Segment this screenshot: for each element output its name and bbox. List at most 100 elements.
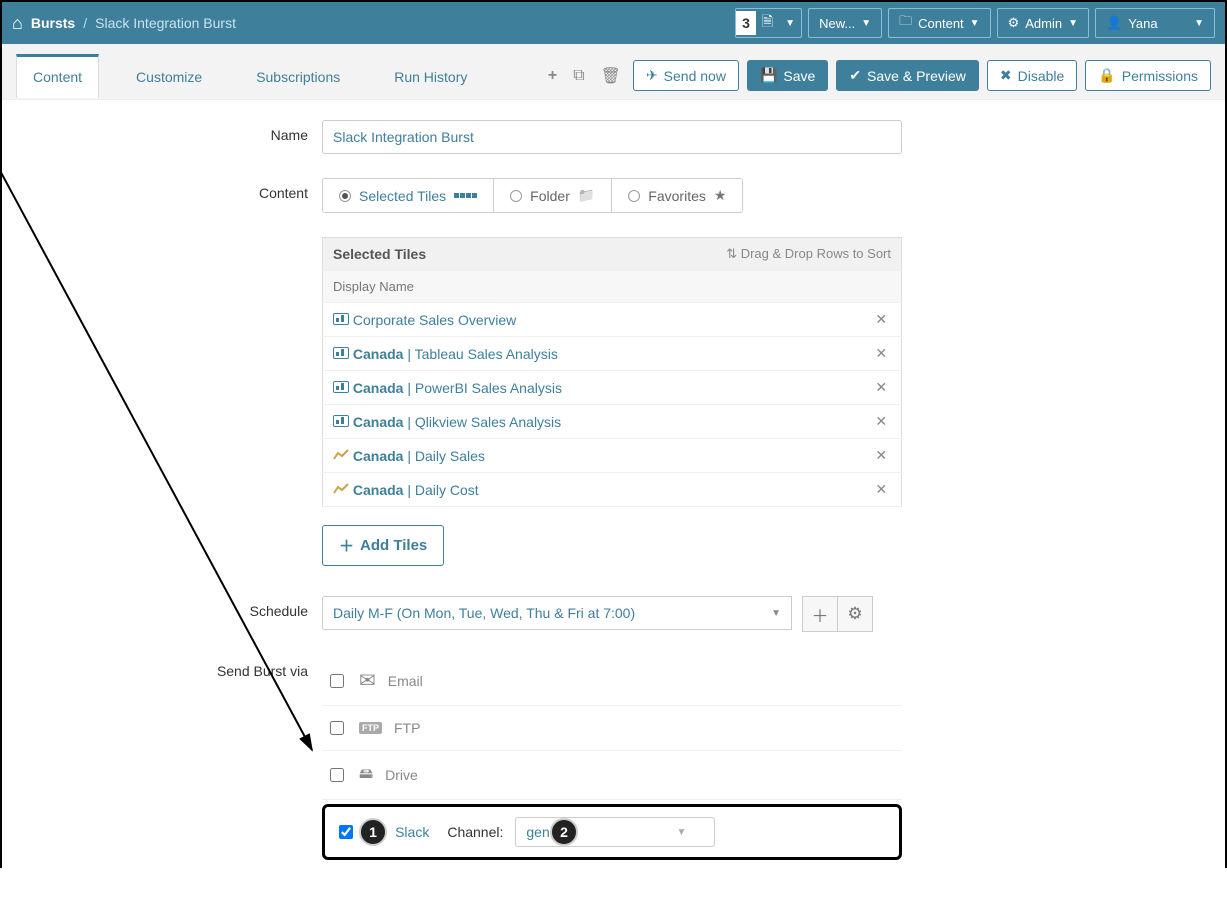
user-name: Yana [1128,16,1157,31]
remove-tile-button[interactable]: ✕ [862,473,902,507]
add-icon-button[interactable] [544,63,561,89]
channel-dropdown[interactable]: general ▼ [515,817,715,847]
radio-on-icon [339,190,351,202]
via-drive-label: Drive [385,767,418,783]
tile-link[interactable]: Canada | Daily Cost [353,482,479,498]
table-row[interactable]: Canada | Daily Cost ✕ [323,473,902,507]
user-dropdown[interactable]: 👤 Yana ▼ [1095,8,1215,38]
radio-off-icon [628,190,640,202]
tiles-header: Selected Tiles [333,246,426,262]
tab-content[interactable]: Content [16,54,99,98]
remove-tile-button[interactable]: ✕ [862,405,902,439]
save-preview-label: Save & Preview [867,68,966,84]
radio-off-icon [510,190,522,202]
content-dropdown[interactable]: 🗀 Content▼ [888,8,990,38]
table-row[interactable]: Canada | PowerBI Sales Analysis ✕ [323,371,902,405]
schedule-settings-button[interactable] [837,596,873,632]
table-row[interactable]: Canada | Daily Sales ✕ [323,439,902,473]
line-chart-icon [333,449,349,461]
breadcrumb-root[interactable]: Bursts [31,15,75,31]
save-label: Save [783,68,815,84]
via-ftp[interactable]: FTP FTP [322,706,902,751]
chart-icon [333,381,349,393]
annotation-badge-2: 2 [550,818,578,846]
gear-icon [1008,15,1020,31]
tab-customize[interactable]: Customize [119,54,219,97]
tab-bar: Content Customize Subscriptions Run Hist… [2,44,1225,100]
notifications-dropdown[interactable]: 3 🗎 ▼ [735,8,802,38]
tab-run-history[interactable]: Run History [377,54,484,97]
schedule-dropdown[interactable]: Daily M-F (On Mon, Tue, Wed, Thu & Fri a… [322,596,792,630]
segment-selected-tiles[interactable]: Selected Tiles [323,179,493,212]
segment-selected-tiles-label: Selected Tiles [359,188,446,204]
add-tiles-button[interactable]: ＋ Add Tiles [322,525,444,566]
via-email-label: Email [388,673,423,689]
via-drive[interactable]: 🖴 Drive [322,751,902,800]
admin-dropdown[interactable]: Admin ▼ [997,8,1089,38]
via-slack[interactable]: Slack Channel: general ▼ [322,804,902,860]
column-display-name: Display Name [323,271,862,303]
chevron-down-icon: ▼ [779,18,801,29]
chevron-down-icon: ▼ [1194,18,1204,29]
tiles-table: Selected Tiles ⇅ Drag & Drop Rows to Sor… [322,237,902,507]
segment-folder[interactable]: Folder [493,179,611,212]
admin-label: Admin [1025,16,1062,31]
schedule-add-button[interactable]: ＋ [802,596,838,632]
via-email[interactable]: Email [322,656,902,706]
check-icon: ✔ [849,67,861,84]
top-bar: ⌂ Bursts / Slack Integration Burst 3 🗎 ▼… [2,2,1225,44]
tile-link[interactable]: Canada | Daily Sales [353,448,485,464]
send-now-button[interactable]: ✈ Send now [633,60,739,91]
ftp-icon: FTP [359,722,382,734]
via-email-checkbox[interactable] [330,674,344,688]
annotation-badge-1: 1 [359,818,387,846]
star-icon [714,187,727,204]
remove-tile-button[interactable]: ✕ [862,337,902,371]
chevron-down-icon: ▼ [1068,18,1078,29]
save-button[interactable]: 💾 Save [747,60,828,91]
document-icon: 🗎 [756,11,779,35]
content-source-segment: Selected Tiles Folder Favorites [322,178,743,213]
line-chart-icon [333,483,349,495]
folder-icon [578,187,595,204]
table-row[interactable]: Canada | Qlikview Sales Analysis ✕ [323,405,902,439]
table-row[interactable]: Corporate Sales Overview ✕ [323,303,902,337]
new-dropdown[interactable]: New...▼ [808,8,882,38]
permissions-button[interactable]: 🔒 Permissions [1085,60,1211,91]
notifications-count: 3 [736,11,756,35]
tile-link[interactable]: Canada | Tableau Sales Analysis [353,346,558,362]
tab-subscriptions[interactable]: Subscriptions [239,54,357,97]
name-input[interactable] [322,120,902,154]
delete-icon-button[interactable] [597,62,625,90]
copy-icon-button[interactable] [569,63,588,89]
home-icon[interactable]: ⌂ [12,13,23,34]
chart-icon [333,313,349,325]
content-label: Content [918,16,964,31]
envelope-icon [359,668,376,693]
remove-tile-button[interactable]: ✕ [862,303,902,337]
via-drive-checkbox[interactable] [330,768,344,782]
segment-folder-label: Folder [530,188,570,204]
tile-link[interactable]: Canada | PowerBI Sales Analysis [353,380,562,396]
tile-link[interactable]: Corporate Sales Overview [353,312,516,328]
via-ftp-label: FTP [394,720,420,736]
new-label: New... [819,16,855,31]
chart-icon [333,415,349,427]
via-slack-checkbox[interactable] [339,825,353,839]
remove-tile-button[interactable]: ✕ [862,371,902,405]
add-tiles-label: Add Tiles [360,537,427,554]
main-content: Name Content Selected Tiles Folder Favor… [2,100,1225,904]
via-ftp-checkbox[interactable] [330,721,344,735]
save-preview-button[interactable]: ✔ Save & Preview [836,60,979,91]
table-row[interactable]: Canada | Tableau Sales Analysis ✕ [323,337,902,371]
sort-hint: ⇅ Drag & Drop Rows to Sort [726,246,891,262]
disable-icon: ✖ [1000,67,1012,84]
remove-tile-button[interactable]: ✕ [862,439,902,473]
tile-link[interactable]: Canada | Qlikview Sales Analysis [353,414,561,430]
tiles-icon [454,193,477,198]
folder-open-icon: 🗀 [899,12,912,34]
disable-button[interactable]: ✖ Disable [987,60,1077,91]
segment-favorites[interactable]: Favorites [611,179,742,212]
drive-icon: 🖴 [359,763,373,787]
send-via-list: Email FTP FTP 🖴 Drive Slack Channel: gen… [322,656,902,860]
